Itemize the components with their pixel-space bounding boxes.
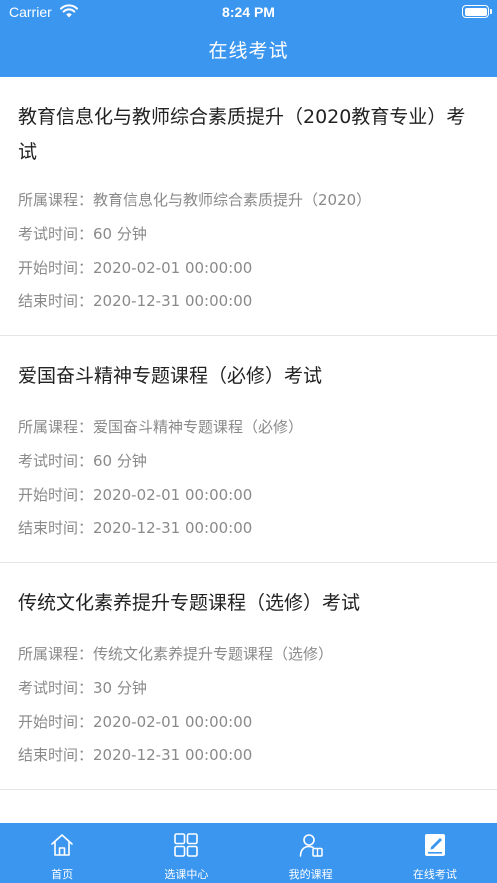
exam-duration: 考试时间：30 分钟 — [18, 679, 147, 697]
tab-my-courses[interactable]: 我的课程 — [249, 823, 373, 883]
exam-card[interactable]: 教育信息化与教师综合素质提升（2020教育专业）考试 所属课程：教育信息化与教师… — [0, 77, 497, 336]
status-time: 8:24 PM — [222, 4, 275, 20]
tab-course-center[interactable]: 选课中心 — [124, 823, 248, 883]
exam-start-time: 开始时间：2020-02-01 00:00:00 — [18, 259, 253, 277]
page-title: 在线考试 — [208, 40, 289, 62]
exam-start-time: 开始时间：2020-02-01 00:00:00 — [18, 713, 253, 731]
exam-duration: 考试时间：60 分钟 — [18, 225, 147, 243]
exam-list: 教育信息化与教师综合素质提升（2020教育专业）考试 所属课程：教育信息化与教师… — [0, 77, 497, 823]
exam-end-time: 结束时间：2020-12-31 00:00:00 — [18, 746, 253, 764]
tab-label: 选课中心 — [164, 868, 209, 881]
tab-bar: 首页 选课中心 我的课程 在线考试 — [0, 823, 497, 883]
exam-title: 爱国奋斗精神专题课程（必修）考试 — [18, 365, 323, 387]
exam-card[interactable]: 传统文化素养提升专题课程（选修）考试 所属课程：传统文化素养提升专题课程（选修）… — [0, 563, 497, 790]
exam-title: 教育信息化与教师综合素质提升（2020教育专业）考试 — [18, 106, 466, 163]
exam-start-time: 开始时间：2020-02-01 00:00:00 — [18, 486, 253, 504]
exam-title: 传统文化素养提升专题课程（选修）考试 — [18, 592, 361, 614]
tab-label: 首页 — [51, 868, 74, 881]
header: Carrier 8:24 PM 在线考试 — [0, 0, 497, 77]
home-icon — [51, 834, 73, 856]
exam-end-time: 结束时间：2020-12-31 00:00:00 — [18, 292, 253, 310]
exam-course: 所属课程：教育信息化与教师综合素质提升（2020） — [18, 191, 372, 209]
exam-card[interactable]: 爱国奋斗精神专题课程（必修）考试 所属课程：爱国奋斗精神专题课程（必修） 考试时… — [0, 336, 497, 563]
tab-online-exam[interactable]: 在线考试 — [373, 823, 497, 883]
exam-end-time: 结束时间：2020-12-31 00:00:00 — [18, 519, 253, 537]
exam-course: 所属课程：传统文化素养提升专题课程（选修） — [18, 645, 334, 663]
status-bar: Carrier 8:24 PM — [0, 0, 497, 26]
battery-icon — [462, 5, 492, 18]
tab-label: 我的课程 — [288, 868, 333, 881]
exam-course: 所属课程：爱国奋斗精神专题课程（必修） — [18, 418, 304, 436]
tab-home[interactable]: 首页 — [0, 823, 124, 883]
grid-icon — [174, 833, 199, 857]
exam-duration: 考试时间：60 分钟 — [18, 452, 147, 470]
exam-icon — [424, 834, 445, 856]
user-book-icon — [299, 834, 323, 857]
tab-label: 在线考试 — [412, 868, 457, 881]
